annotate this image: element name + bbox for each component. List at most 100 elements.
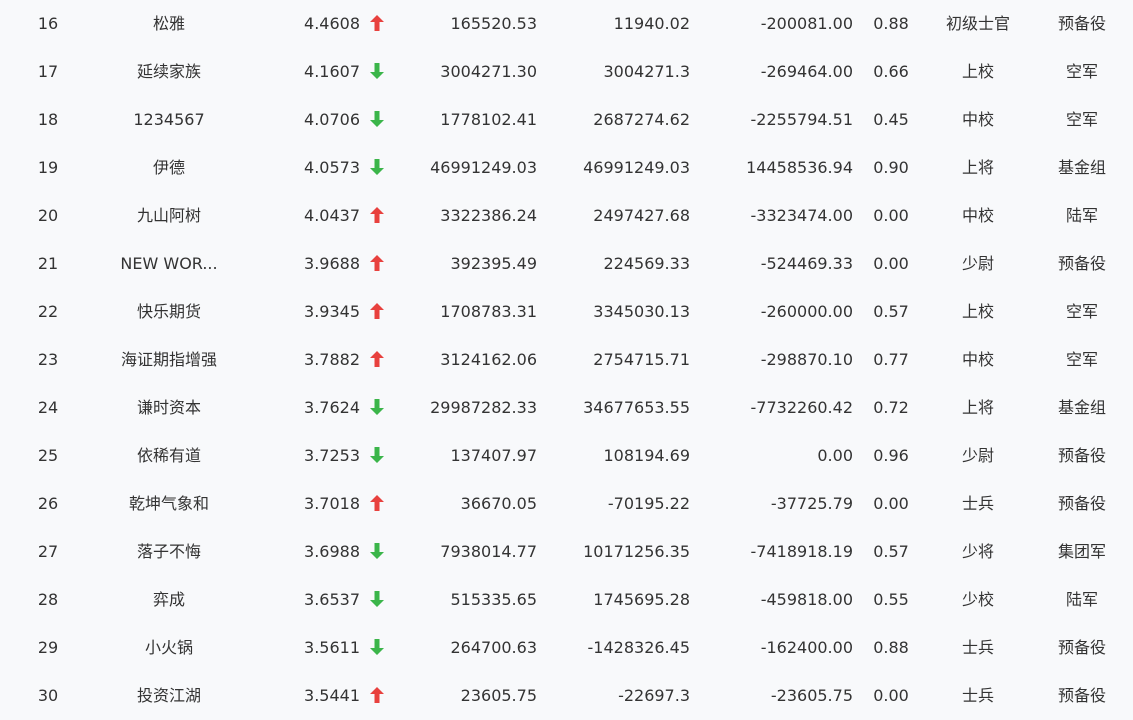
- arrow-down-icon: [370, 110, 384, 127]
- table-row[interactable]: 19 伊德 4.0573 46991249.03 46991249.03 14458536…: [0, 144, 1133, 192]
- name-cell: 谦时资本: [136, 398, 201, 417]
- ratio-cell: 0.00: [873, 206, 909, 225]
- ratio-cell: 0.88: [873, 638, 909, 657]
- trend-cell: [366, 576, 388, 624]
- profit-cell: 2687274.62: [593, 110, 690, 129]
- profit-cell: 1745695.28: [593, 590, 690, 609]
- name-cell: 弈成: [152, 590, 185, 609]
- score-cell: 3.7018: [304, 494, 360, 513]
- profit-cell: 10171256.35: [583, 542, 690, 561]
- equity-cell: 165520.53: [450, 14, 537, 33]
- name-cell: 松雅: [152, 14, 185, 33]
- group-cell: 基金组: [1057, 398, 1106, 417]
- table-row[interactable]: 28 弈成 3.6537 515335.65 1745695.28 -459818.00 0…: [0, 576, 1133, 624]
- net-cell: -524469.33: [760, 254, 853, 273]
- level-cell: 上校: [961, 62, 994, 81]
- profit-cell: 2497427.68: [593, 206, 690, 225]
- profit-cell: 224569.33: [603, 254, 690, 273]
- equity-cell: 36670.05: [460, 494, 537, 513]
- rank-cell: 25: [37, 446, 59, 465]
- rank-cell: 30: [37, 686, 59, 705]
- group-cell: 集团军: [1057, 542, 1106, 561]
- name-cell: 延续家族: [136, 62, 201, 81]
- rank-cell: 29: [37, 638, 59, 657]
- net-cell: -269464.00: [760, 62, 853, 81]
- arrow-down-icon: [370, 638, 384, 655]
- table-row[interactable]: 22 快乐期货 3.9345 1708783.31 3345030.13 -260000.…: [0, 288, 1133, 336]
- level-cell: 少校: [961, 590, 994, 609]
- group-cell: 基金组: [1057, 158, 1106, 177]
- ratio-cell: 0.57: [873, 542, 909, 561]
- score-cell: 4.1607: [304, 62, 360, 81]
- score-cell: 3.7253: [304, 446, 360, 465]
- ratio-cell: 0.00: [873, 254, 909, 273]
- net-cell: -298870.10: [760, 350, 853, 369]
- trend-cell: [366, 624, 388, 672]
- group-cell: 陆军: [1065, 590, 1098, 609]
- trend-cell: [366, 432, 388, 480]
- table-row[interactable]: 24 谦时资本 3.7624 29987282.33 34677653.55 -77322…: [0, 384, 1133, 432]
- arrow-down-icon: [370, 446, 384, 463]
- table-row[interactable]: 23 海证期指增强 3.7882 3124162.06 2754715.71 -29887…: [0, 336, 1133, 384]
- level-cell: 初级士官: [945, 14, 1010, 33]
- rank-cell: 27: [37, 542, 59, 561]
- arrow-up-icon: [370, 686, 384, 703]
- trend-cell: [366, 96, 388, 144]
- score-cell: 3.5611: [304, 638, 360, 657]
- ratio-cell: 0.00: [873, 686, 909, 705]
- arrow-up-icon: [370, 206, 384, 223]
- name-cell: 快乐期货: [136, 302, 201, 321]
- level-cell: 士兵: [961, 638, 994, 657]
- rank-cell: 17: [37, 62, 59, 81]
- trend-cell: [366, 48, 388, 96]
- arrow-down-icon: [370, 542, 384, 559]
- score-cell: 4.0437: [304, 206, 360, 225]
- arrow-down-icon: [370, 62, 384, 79]
- trend-cell: [366, 0, 388, 48]
- name-cell: 乾坤气象和: [128, 494, 209, 513]
- net-cell: -162400.00: [760, 638, 853, 657]
- table-row[interactable]: 25 依稀有道 3.7253 137407.97 108194.69 0.00 0.96 少尉…: [0, 432, 1133, 480]
- group-cell: 陆军: [1065, 206, 1098, 225]
- table-row[interactable]: 16 松雅 4.4608 165520.53 11940.02 -200081.00 0.8…: [0, 0, 1133, 48]
- group-cell: 预备役: [1057, 14, 1106, 33]
- net-cell: -7732260.42: [750, 398, 853, 417]
- trend-cell: [366, 240, 388, 288]
- trend-cell: [366, 672, 388, 720]
- equity-cell: 3124162.06: [440, 350, 537, 369]
- table-row[interactable]: 18 1234567 4.0706 1778102.41 2687274.62 -2255…: [0, 96, 1133, 144]
- rank-cell: 23: [37, 350, 59, 369]
- ratio-cell: 0.90: [873, 158, 909, 177]
- score-cell: 3.6988: [304, 542, 360, 561]
- table-row[interactable]: 17 延续家族 4.1607 3004271.30 3004271.3 -269464.0…: [0, 48, 1133, 96]
- table-row[interactable]: 27 落子不悔 3.6988 7938014.77 10171256.35 -741891…: [0, 528, 1133, 576]
- table-row[interactable]: 26 乾坤气象和 3.7018 36670.05 -70195.22 -37725.79 0…: [0, 480, 1133, 528]
- table-row[interactable]: 30 投资江湖 3.5441 23605.75 -22697.3 -23605.75 0.0…: [0, 672, 1133, 720]
- score-cell: 3.6537: [304, 590, 360, 609]
- ratio-cell: 0.66: [873, 62, 909, 81]
- group-cell: 空军: [1065, 302, 1098, 321]
- rank-cell: 21: [37, 254, 59, 273]
- equity-cell: 1708783.31: [440, 302, 537, 321]
- equity-cell: 46991249.03: [430, 158, 537, 177]
- trend-cell: [366, 144, 388, 192]
- table-row[interactable]: 20 九山阿树 4.0437 3322386.24 2497427.68 -3323474…: [0, 192, 1133, 240]
- net-cell: -260000.00: [760, 302, 853, 321]
- rank-cell: 22: [37, 302, 59, 321]
- level-cell: 上校: [961, 302, 994, 321]
- profit-cell: -22697.3: [618, 686, 690, 705]
- rank-cell: 18: [37, 110, 59, 129]
- group-cell: 空军: [1065, 62, 1098, 81]
- profit-cell: -70195.22: [607, 494, 690, 513]
- table-row[interactable]: 21 NEW WOR... 3.9688 392395.49 224569.33 -524…: [0, 240, 1133, 288]
- net-cell: -200081.00: [760, 14, 853, 33]
- rank-cell: 16: [37, 14, 59, 33]
- arrow-down-icon: [370, 158, 384, 175]
- trend-cell: [366, 528, 388, 576]
- net-cell: -23605.75: [770, 686, 853, 705]
- table-row[interactable]: 29 小火锅 3.5611 264700.63 -1428326.45 -162400.0…: [0, 624, 1133, 672]
- profit-cell: 2754715.71: [593, 350, 690, 369]
- arrow-up-icon: [370, 302, 384, 319]
- group-cell: 预备役: [1057, 494, 1106, 513]
- level-cell: 中校: [961, 110, 994, 129]
